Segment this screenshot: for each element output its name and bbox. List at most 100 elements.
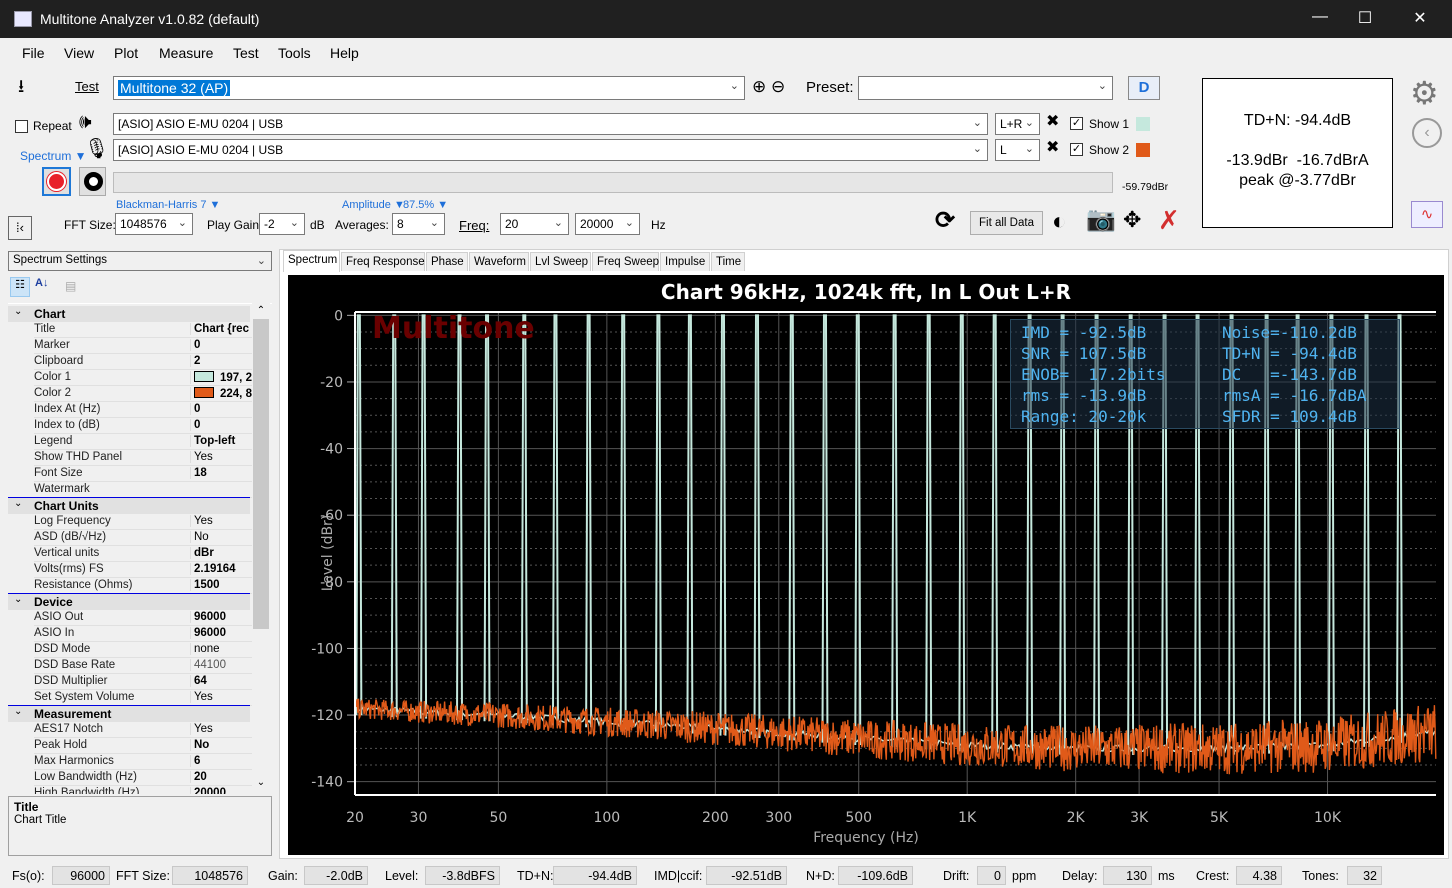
fit-all-data-button[interactable]: Fit all Data <box>970 211 1043 235</box>
menu-measure[interactable]: Measure <box>159 45 213 61</box>
menu-test[interactable]: Test <box>233 45 259 61</box>
clock-icon[interactable]: ‹ <box>1412 118 1442 148</box>
property-row[interactable]: Show THD Panel Yes <box>34 450 258 466</box>
color1-swatch[interactable] <box>1136 117 1150 131</box>
property-row[interactable]: Index to (dB) 0 <box>34 418 258 434</box>
property-value[interactable]: Yes <box>190 515 258 527</box>
property-category[interactable]: ⌄ Measurement <box>8 706 250 722</box>
property-row[interactable]: Set System Volume Yes <box>34 690 258 706</box>
microphone-icon[interactable]: 🎙 <box>84 139 109 159</box>
property-value[interactable]: Yes <box>190 723 258 735</box>
categorized-view-icon[interactable]: ☷ <box>10 277 30 297</box>
color2-swatch[interactable] <box>1136 143 1150 157</box>
collapse-chevron-icon[interactable]: ⌄ <box>14 706 22 717</box>
property-value[interactable]: No <box>190 739 258 751</box>
tab-freq-response[interactable]: Freq Response <box>341 252 425 271</box>
chart-area[interactable]: 0 -20 -40 -60 -80 -100 -120 -140 20 30 50 100 200 300… <box>288 275 1444 855</box>
property-value[interactable]: none <box>190 643 258 655</box>
property-row[interactable]: Watermark <box>34 482 258 498</box>
property-value[interactable]: 0 <box>190 403 258 415</box>
wrench-icon[interactable]: ✖ <box>1046 140 1059 156</box>
close-button[interactable]: ✕ <box>1405 8 1435 30</box>
input-device-select[interactable]: [ASIO] ASIO E-MU 0204 | USB ⌄ <box>113 139 988 161</box>
property-value[interactable]: 197, 2 <box>190 371 258 384</box>
menu-file[interactable]: File <box>22 45 45 61</box>
property-value[interactable]: 6 <box>190 755 258 767</box>
move-icon[interactable]: ✥ <box>1123 209 1141 231</box>
sort-alpha-icon[interactable]: A↓ <box>35 277 48 289</box>
property-value[interactable]: Top-left <box>190 435 258 447</box>
contrast-icon[interactable]: ◐ <box>1052 210 1067 234</box>
property-row[interactable]: Color 2 224, 8 <box>34 386 258 402</box>
scroll-down-icon[interactable]: ⌄ <box>252 777 270 788</box>
overlap-dropdown[interactable]: 87.5% ▼ <box>403 199 448 211</box>
property-value[interactable]: 2 <box>190 355 258 367</box>
record-button[interactable] <box>42 167 71 196</box>
property-row[interactable]: Peak Hold No <box>34 738 258 754</box>
preset-select[interactable]: ⌄ <box>858 76 1113 100</box>
property-category[interactable]: ⌄ Chart <box>8 306 250 322</box>
property-category[interactable]: ⌄ Device <box>8 594 250 610</box>
property-value[interactable]: 0 <box>190 339 258 351</box>
menu-help[interactable]: Help <box>330 45 359 61</box>
property-row[interactable]: AES17 Notch Yes <box>34 722 258 738</box>
property-value[interactable]: 1500 <box>190 579 258 591</box>
property-row[interactable]: ASIO In 96000 <box>34 626 258 642</box>
tab-phase[interactable]: Phase <box>426 252 468 271</box>
property-grid[interactable]: ⌄ Chart Title Chart {rec Marker 0 Clipboard 2 Co… <box>8 303 272 794</box>
gear-icon[interactable]: ⚙ <box>1410 77 1439 109</box>
property-value[interactable]: 96000 <box>190 627 258 639</box>
tab-waveform[interactable]: Waveform <box>469 252 529 271</box>
property-row[interactable]: Clipboard 2 <box>34 354 258 370</box>
property-row[interactable]: DSD Base Rate 44100 <box>34 658 258 674</box>
property-row[interactable]: Volts(rms) FS 2.19164 <box>34 562 258 578</box>
speaker-icon[interactable]: 🕪 <box>79 112 92 132</box>
property-value[interactable]: 20 <box>190 771 258 783</box>
property-value[interactable]: 2.19164 <box>190 563 258 575</box>
save-icon[interactable]: ⭳ <box>18 77 24 95</box>
collapse-chevron-icon[interactable]: ⌄ <box>14 306 22 317</box>
menu-view[interactable]: View <box>64 45 94 61</box>
property-row[interactable]: Title Chart {rec <box>34 322 258 338</box>
show2-checkbox[interactable]: ✓ <box>1070 143 1083 156</box>
property-value[interactable]: 18 <box>190 467 258 479</box>
property-value[interactable]: Yes <box>190 691 258 703</box>
property-row[interactable]: DSD Multiplier 64 <box>34 674 258 690</box>
property-value[interactable]: 96000 <box>190 611 258 623</box>
panel-collapse-icon[interactable]: ⁞‹ <box>8 216 32 240</box>
camera-icon[interactable]: 📷 <box>1086 208 1116 232</box>
play-gain-select[interactable]: -2 ⌄ <box>259 213 305 235</box>
property-value[interactable]: 64 <box>190 675 258 687</box>
property-row[interactable]: Index At (Hz) 0 <box>34 402 258 418</box>
menu-plot[interactable]: Plot <box>114 45 138 61</box>
mode-dropdown[interactable]: Spectrum ▼ <box>20 149 87 163</box>
property-value[interactable]: No <box>190 531 258 543</box>
output-device-select[interactable]: [ASIO] ASIO E-MU 0204 | USB ⌄ <box>113 113 988 135</box>
property-row[interactable]: Resistance (Ohms) 1500 <box>34 578 258 594</box>
property-row[interactable]: Log Frequency Yes <box>34 514 258 530</box>
property-scrollbar[interactable]: ⌃ ⌄ <box>252 303 270 794</box>
property-value[interactable]: dBr <box>190 547 258 559</box>
property-value[interactable]: Yes <box>190 451 258 463</box>
property-value[interactable]: Chart {rec <box>190 323 258 335</box>
freq-to-select[interactable]: 20000 ⌄ <box>575 213 640 235</box>
property-row[interactable]: Marker 0 <box>34 338 258 354</box>
remove-icon[interactable]: ⊖ <box>771 78 785 95</box>
freq-from-select[interactable]: 20 ⌄ <box>500 213 569 235</box>
property-row[interactable]: Low Bandwidth (Hz) 20 <box>34 770 258 786</box>
device-d-icon[interactable]: D <box>1128 76 1160 100</box>
property-value[interactable]: 0 <box>190 419 258 431</box>
settings-selector[interactable]: Spectrum Settings ⌄ <box>8 251 272 271</box>
tab-impulse[interactable]: Impulse <box>660 252 710 271</box>
fft-size-select[interactable]: 1048576 ⌄ <box>115 213 193 235</box>
property-row[interactable]: Max Harmonics 6 <box>34 754 258 770</box>
maximize-button[interactable]: ☐ <box>1350 8 1380 30</box>
input-channel-select[interactable]: L ⌄ <box>995 139 1040 161</box>
minimize-button[interactable]: — <box>1305 8 1335 30</box>
wrench-icon[interactable]: ✖ <box>1046 114 1059 130</box>
collapse-chevron-icon[interactable]: ⌄ <box>14 498 22 509</box>
amplitude-dropdown[interactable]: Amplitude ▼ <box>342 199 405 211</box>
property-row[interactable]: Color 1 197, 2 <box>34 370 258 386</box>
test-select[interactable]: Multitone 32 (AP) ⌄ <box>113 76 745 100</box>
property-row[interactable]: Legend Top-left <box>34 434 258 450</box>
